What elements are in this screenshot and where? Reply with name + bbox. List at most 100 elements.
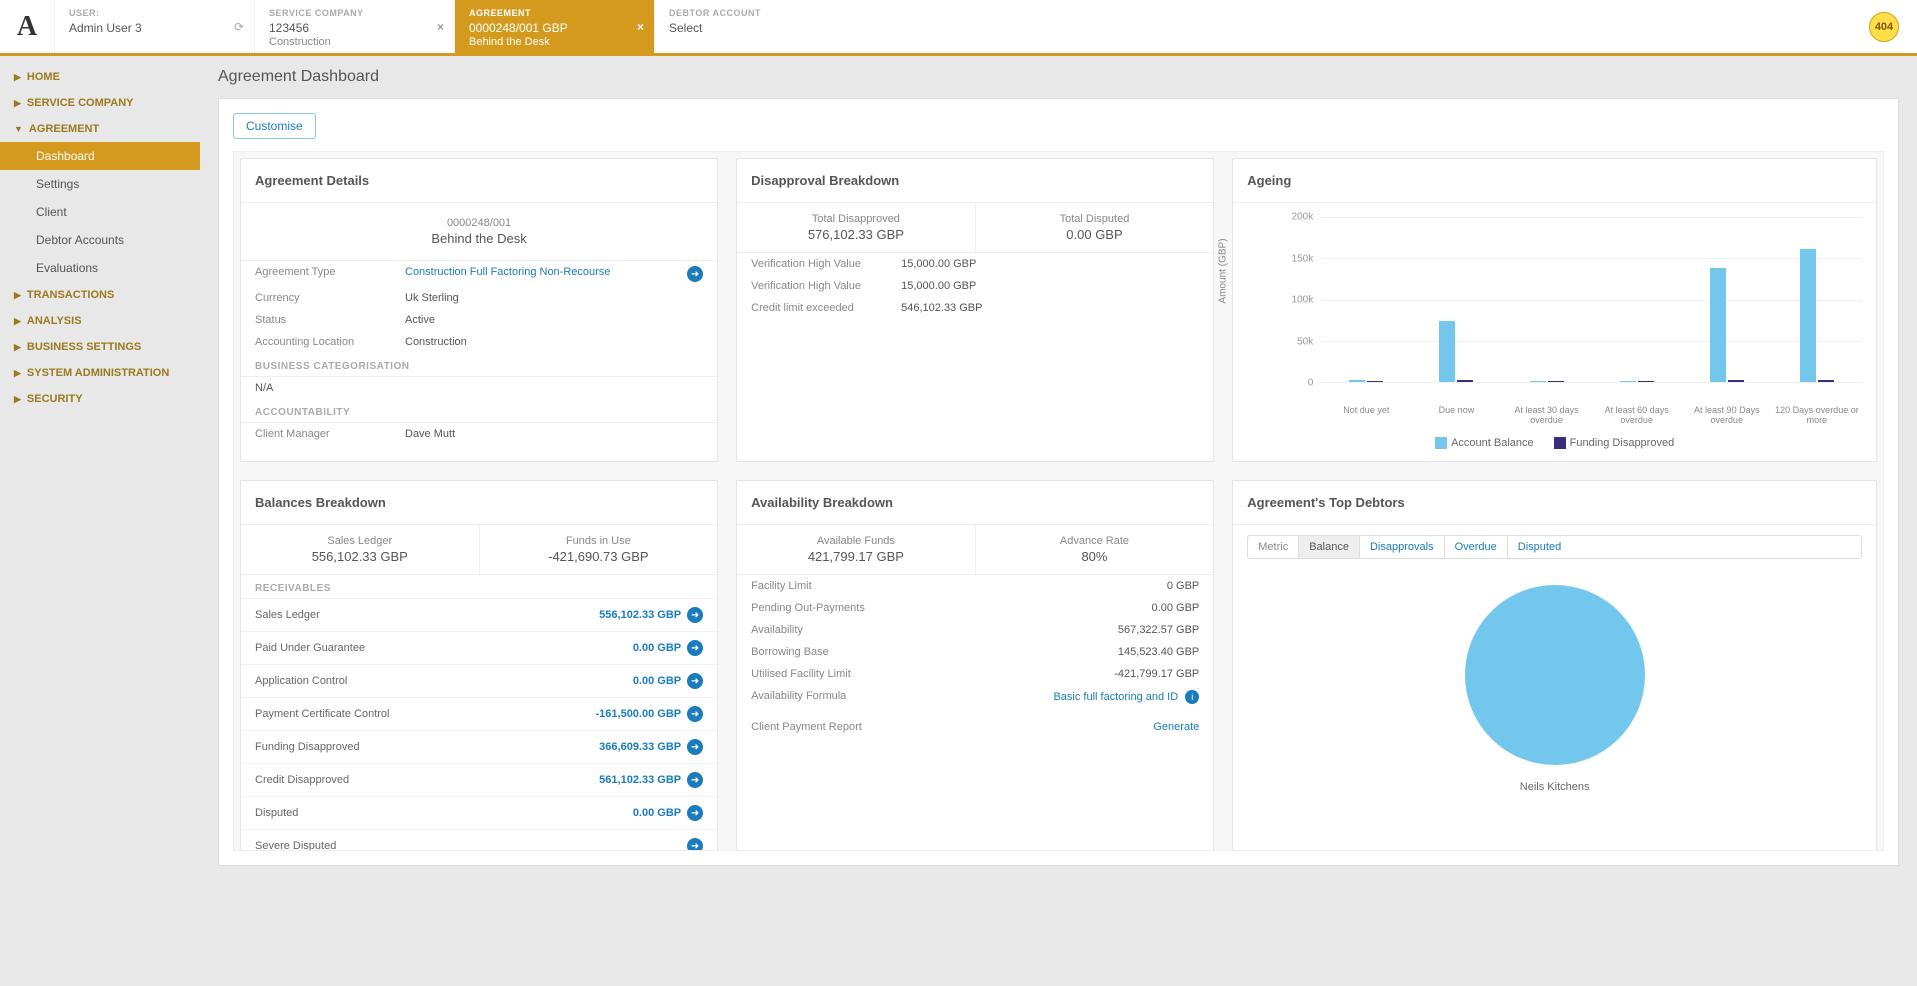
debtor-account-value: Select [669, 21, 840, 35]
bar-funding-disapproved [1367, 381, 1383, 382]
caret-right-icon: ▶ [14, 342, 21, 353]
sidebar-item-label: HOME [27, 71, 60, 83]
bar-group [1707, 268, 1747, 382]
availability-value: 0.00 GBP [921, 602, 1199, 614]
customise-button[interactable]: Customise [233, 113, 316, 139]
receivable-key: Payment Certificate Control [255, 708, 596, 720]
metric-tab-overdue[interactable]: Overdue [1445, 536, 1508, 558]
receivable-value[interactable]: 366,609.33 GBP [599, 741, 681, 753]
sidebar-item-label: SECURITY [27, 393, 83, 405]
sidebar-sub-settings[interactable]: Settings [0, 170, 200, 198]
service-company-value: 123456 [269, 21, 440, 35]
arrow-right-icon[interactable]: ➜ [687, 706, 703, 722]
availability-value: 567,322.57 GBP [921, 624, 1199, 636]
caret-right-icon: ▶ [14, 316, 21, 327]
detail-row: CurrencyUk Sterling [241, 287, 717, 309]
metric-tab-metric: Metric [1248, 536, 1299, 558]
arrow-right-icon[interactable]: ➜ [687, 739, 703, 755]
receivable-row: Application Control0.00 GBP➜ [241, 664, 717, 697]
available-funds-label: Available Funds [743, 535, 969, 547]
total-disapproved-value: 576,102.33 GBP [743, 227, 969, 242]
sidebar-item-system-administration[interactable]: ▶SYSTEM ADMINISTRATION [0, 360, 200, 386]
sidebar-sub-dashboard[interactable]: Dashboard [0, 142, 200, 170]
advance-rate-label: Advance Rate [982, 535, 1208, 547]
receivable-value[interactable]: 0.00 GBP [633, 675, 681, 687]
detail-value: Construction [405, 336, 703, 348]
user-label: USER: [69, 8, 240, 18]
service-company-slot[interactable]: SERVICE COMPANY 123456 Construction × [254, 0, 454, 53]
availability-key: Utilised Facility Limit [751, 668, 921, 680]
sidebar-item-analysis[interactable]: ▶ANALYSIS [0, 308, 200, 334]
close-icon[interactable]: × [637, 20, 644, 34]
sidebar-item-home[interactable]: ▶HOME [0, 64, 200, 90]
sidebar-item-transactions[interactable]: ▶TRANSACTIONS [0, 282, 200, 308]
availability-formula-link[interactable]: Basic full factoring and ID i [901, 690, 1199, 704]
notification-badge[interactable]: 404 [1851, 0, 1917, 53]
receivable-key: Credit Disapproved [255, 774, 599, 786]
disapproval-breakdown-card: Disapproval Breakdown Total Disapproved … [736, 158, 1214, 462]
close-icon[interactable]: × [437, 20, 444, 34]
debtor-account-slot[interactable]: DEBTOR ACCOUNT Select [654, 0, 854, 53]
sidebar-item-security[interactable]: ▶SECURITY [0, 386, 200, 412]
disapproval-row: Verification High Value15,000.00 GBP [737, 253, 1213, 275]
y-tick: 100k [1292, 295, 1314, 306]
advance-rate-value: 80% [982, 549, 1208, 564]
app-logo[interactable]: A [0, 0, 54, 53]
funds-in-use-value: -421,690.73 GBP [486, 549, 712, 564]
receivable-row: Disputed0.00 GBP➜ [241, 796, 717, 829]
sidebar-item-label: BUSINESS SETTINGS [27, 341, 141, 353]
receivable-key: Severe Disputed [255, 840, 681, 851]
agreement-number: 0000248/001 [241, 217, 717, 229]
sidebar-sub-debtor-accounts[interactable]: Debtor Accounts [0, 226, 200, 254]
arrow-right-icon[interactable]: ➜ [687, 838, 703, 851]
agreement-details-card: Agreement Details 0000248/001 Behind the… [240, 158, 718, 462]
caret-right-icon: ▶ [14, 290, 21, 301]
user-slot: USER: Admin User 3 ⟳ [54, 0, 254, 53]
availability-key: Availability [751, 624, 921, 636]
top-debtors-pie [1465, 585, 1645, 765]
sidebar-item-service-company[interactable]: ▶SERVICE COMPANY [0, 90, 200, 116]
agreement-label: AGREEMENT [469, 8, 640, 18]
total-disapproved-label: Total Disapproved [743, 213, 969, 225]
arrow-right-icon[interactable]: ➜ [687, 772, 703, 788]
disapproval-key: Credit limit exceeded [751, 302, 901, 314]
metric-tab-disapprovals[interactable]: Disapprovals [1360, 536, 1445, 558]
detail-value[interactable]: Construction Full Factoring Non-Recourse [405, 266, 681, 278]
arrow-right-icon[interactable]: ➜ [687, 805, 703, 821]
sidebar-sub-client[interactable]: Client [0, 198, 200, 226]
disapproval-row: Verification High Value15,000.00 GBP [737, 275, 1213, 297]
accountability-label: ACCOUNTABILITY [241, 399, 717, 422]
info-icon[interactable]: i [1185, 690, 1199, 704]
receivable-value[interactable]: 556,102.33 GBP [599, 609, 681, 621]
metric-tabs: MetricBalanceDisapprovalsOverdueDisputed [1247, 535, 1862, 559]
generate-report-link[interactable]: Generate [901, 721, 1199, 733]
detail-row: StatusActive [241, 309, 717, 331]
arrow-right-icon[interactable]: ➜ [687, 266, 703, 282]
receivable-value[interactable]: 0.00 GBP [633, 642, 681, 654]
sidebar-item-business-settings[interactable]: ▶ BUSINESS SETTINGS [0, 334, 200, 360]
arrow-right-icon[interactable]: ➜ [687, 673, 703, 689]
bar-account-balance [1620, 381, 1636, 382]
receivable-row: Funding Disapproved366,609.33 GBP➜ [241, 730, 717, 763]
sidebar-item-agreement[interactable]: ▼AGREEMENT [0, 116, 200, 142]
detail-key: Currency [255, 292, 405, 304]
arrow-right-icon[interactable]: ➜ [687, 640, 703, 656]
metric-tab-disputed[interactable]: Disputed [1508, 536, 1571, 558]
bar-funding-disapproved [1457, 380, 1473, 382]
arrow-right-icon[interactable]: ➜ [687, 607, 703, 623]
receivable-value[interactable]: 561,102.33 GBP [599, 774, 681, 786]
ageing-chart: Amount (GBP) 050k100k150k200k Not due ye… [1233, 203, 1876, 433]
availability-value: -421,799.17 GBP [921, 668, 1199, 680]
bar-account-balance [1530, 381, 1546, 382]
availability-value: 145,523.40 GBP [921, 646, 1199, 658]
agreement-value: 0000248/001 GBP [469, 21, 640, 35]
agreement-slot[interactable]: AGREEMENT 0000248/001 GBP Behind the Des… [454, 0, 654, 53]
bar-group [1797, 249, 1837, 382]
sidebar-sub-evaluations[interactable]: Evaluations [0, 254, 200, 282]
metric-tab-balance[interactable]: Balance [1299, 536, 1360, 558]
bar-funding-disapproved [1548, 381, 1564, 382]
availability-row: Utilised Facility Limit-421,799.17 GBP [737, 663, 1213, 685]
refresh-icon[interactable]: ⟳ [234, 20, 244, 34]
receivable-value[interactable]: 0.00 GBP [633, 807, 681, 819]
receivable-value[interactable]: -161,500.00 GBP [596, 708, 682, 720]
